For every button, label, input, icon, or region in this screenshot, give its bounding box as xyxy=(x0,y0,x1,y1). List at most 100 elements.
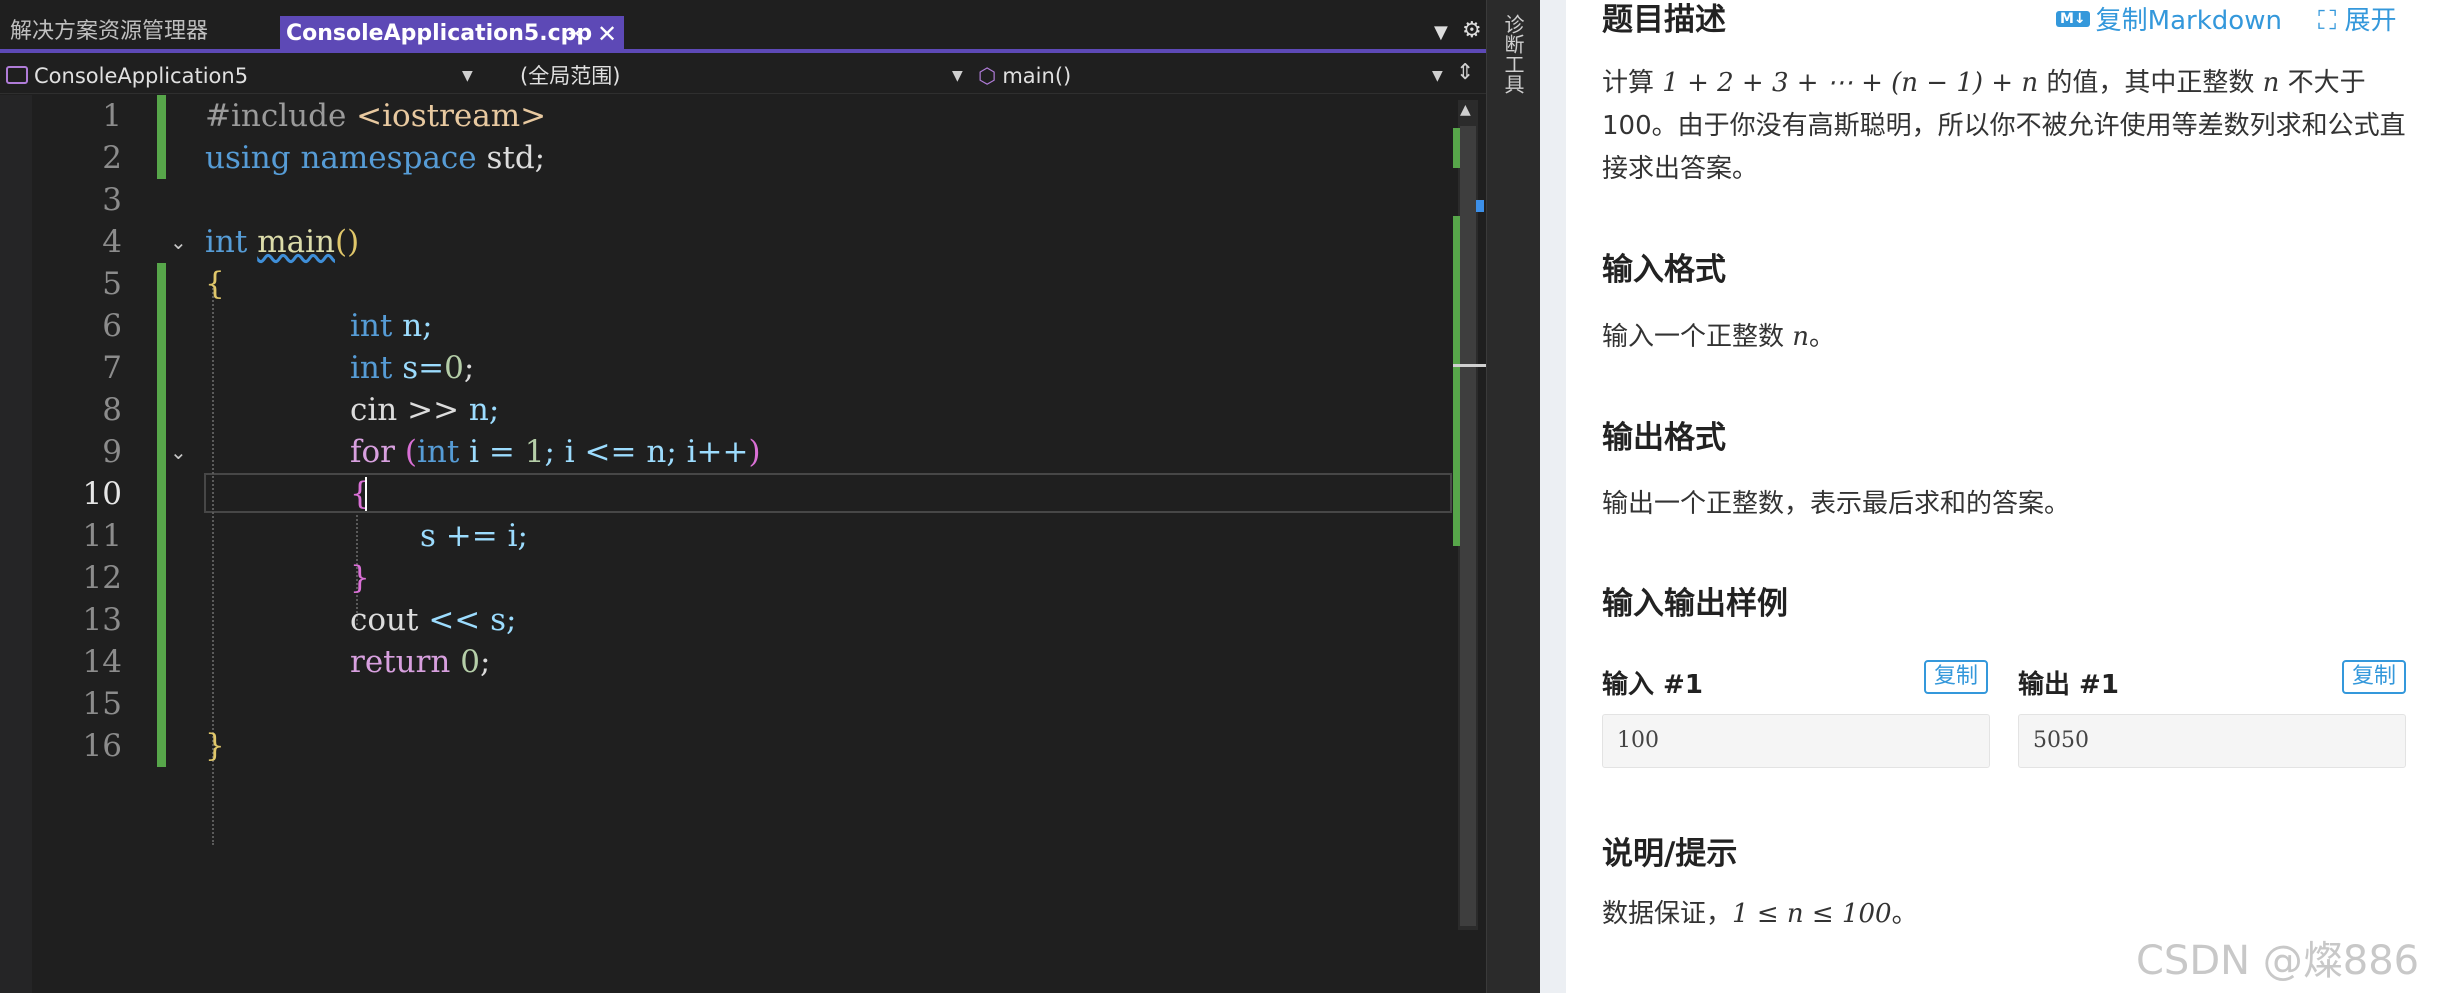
input-format-text: 输入一个正整数 n。 xyxy=(1602,316,2412,359)
tab-file-label: ConsoleApplication5.cpp xyxy=(286,21,593,46)
brace-token: } xyxy=(205,728,225,764)
identifier-token: s= xyxy=(402,350,445,386)
overview-change-marker xyxy=(1453,128,1460,168)
expand-icon: ⛶ xyxy=(2318,6,2345,36)
brace-token: } xyxy=(350,560,370,596)
copy-output-button[interactable]: 复制 xyxy=(2342,660,2407,694)
change-marker xyxy=(157,473,166,515)
output-format-heading: 输出格式 xyxy=(1602,420,1726,456)
code-line: 7 int s=0; xyxy=(0,347,1450,389)
code-line: 4 ⌄ int main() xyxy=(0,221,1450,263)
scope-dropdown[interactable]: (全局范围) ▼ xyxy=(520,61,970,91)
gear-icon[interactable]: ⚙ xyxy=(1462,18,1482,43)
code-line: 9 ⌄ for (int i = 1; i <= n; i++) xyxy=(0,431,1450,473)
identifier-token: i = xyxy=(469,434,515,470)
line-number: 13 xyxy=(82,602,122,638)
diagnostic-tools-side-tab[interactable]: 诊断工具 xyxy=(1486,0,1540,993)
change-marker xyxy=(157,683,166,725)
overview-caret-marker xyxy=(1476,200,1484,212)
hint-math: 1 ≤ n ≤ 100 xyxy=(1732,899,1892,929)
change-marker xyxy=(157,263,166,305)
preprocessor-token: #include xyxy=(205,98,347,134)
line-number: 15 xyxy=(82,686,122,722)
identifier-token: cout xyxy=(350,602,419,638)
sample-output-box[interactable]: 5050 xyxy=(2018,714,2406,768)
tab-list-dropdown-icon[interactable]: ▼ xyxy=(1434,22,1448,43)
page-title: 题目描述 xyxy=(1602,2,1726,38)
identifier-token: n; xyxy=(468,392,500,428)
line-number: 9 xyxy=(102,434,122,470)
close-icon[interactable]: ✕ xyxy=(597,16,617,52)
desc-math-n: n xyxy=(2262,68,2280,98)
number-token: 0 xyxy=(444,350,464,386)
code-line: 2 using namespace std; xyxy=(0,137,1450,179)
change-marker xyxy=(157,557,166,599)
desc-text: 计算 xyxy=(1602,68,1663,98)
line-number: 12 xyxy=(82,560,122,596)
code-editor[interactable]: 1 #include <iostream> 2 using namespace … xyxy=(0,95,1452,993)
line-number: 10 xyxy=(82,476,122,512)
change-marker xyxy=(157,431,166,473)
statement-token: s += i; xyxy=(420,518,528,554)
chevron-down-icon: ▼ xyxy=(1432,68,1443,84)
keyword-token: int xyxy=(205,224,248,260)
output-format-text: 输出一个正整数，表示最后求和的答案。 xyxy=(1602,489,2071,519)
code-editor-window: 解决方案资源管理器 ConsoleApplication5.cpp ⊸ ✕ ▼ … xyxy=(0,0,1540,993)
change-marker xyxy=(157,389,166,431)
code-line: 1 #include <iostream> xyxy=(0,95,1450,137)
fold-chevron-icon[interactable]: ⌄ xyxy=(170,221,187,263)
samples-heading: 输入输出样例 xyxy=(1602,586,1788,622)
code-line: 11 s += i; xyxy=(0,515,1450,557)
tab-solution-explorer[interactable]: 解决方案资源管理器 xyxy=(10,14,208,50)
change-marker xyxy=(157,137,166,179)
split-window-icon[interactable]: ⇕ xyxy=(1456,60,1474,85)
line-number: 16 xyxy=(82,728,122,764)
desc-math: 1 + 2 + 3 + ⋯ + (n − 1) + n xyxy=(1662,68,2039,98)
brace-token: { xyxy=(205,266,225,302)
fold-chevron-icon[interactable]: ⌄ xyxy=(170,431,187,473)
tab-file-active[interactable]: ConsoleApplication5.cpp ⊸ ✕ xyxy=(280,16,624,53)
project-dropdown[interactable]: ConsoleApplication5 ▼ xyxy=(6,61,480,91)
project-name: ConsoleApplication5 xyxy=(34,64,249,88)
keyword-token: using xyxy=(205,140,291,176)
input-format-heading: 输入格式 xyxy=(1602,252,1726,288)
code-line: 13 cout << s; xyxy=(0,599,1450,641)
change-marker xyxy=(157,305,166,347)
document-tab-bar: 解决方案资源管理器 ConsoleApplication5.cpp ⊸ ✕ ▼ … xyxy=(0,0,1520,53)
keyword-token: return xyxy=(350,644,451,680)
function-cube-icon: ⬡ xyxy=(978,64,997,88)
line-number: 4 xyxy=(102,224,122,260)
scroll-up-icon[interactable]: ▲ xyxy=(1460,102,1471,118)
code-line: 16 } xyxy=(0,725,1450,767)
expand-link[interactable]: ⛶ 展开 xyxy=(2318,0,2396,37)
line-number: 8 xyxy=(102,392,122,428)
problem-description: 计算 1 + 2 + 3 + ⋯ + (n − 1) + n 的值，其中正整数 … xyxy=(1602,62,2412,191)
pin-icon[interactable]: ⊸ xyxy=(568,16,583,52)
keyword-token: int xyxy=(350,350,393,386)
copy-markdown-link[interactable]: M↓ 复制Markdown xyxy=(2056,0,2282,37)
window-gap xyxy=(1540,0,1566,993)
copy-input-button[interactable]: 复制 xyxy=(1924,660,1989,694)
overview-change-marker xyxy=(1453,216,1460,546)
vertical-scrollbar[interactable]: ▲ xyxy=(1458,100,1478,930)
markdown-icon: M↓ xyxy=(2056,10,2090,27)
member-dropdown[interactable]: ⬡ main() ▼ xyxy=(978,61,1450,91)
overview-position-marker xyxy=(1453,364,1487,367)
code-line: 5 { xyxy=(0,263,1450,305)
line-number: 2 xyxy=(102,140,122,176)
sample-input-box[interactable]: 100 xyxy=(1602,714,1990,768)
chevron-down-icon: ▼ xyxy=(952,68,963,84)
chevron-down-icon: ▼ xyxy=(462,68,473,84)
hint-text-part: 数据保证， xyxy=(1602,899,1733,929)
input-math-n: n xyxy=(1792,322,1810,352)
keyword-token: for xyxy=(350,434,395,470)
number-token: 1 xyxy=(524,434,545,470)
navigation-bar: ConsoleApplication5 ▼ (全局范围) ▼ ⬡ main() ▼ xyxy=(0,57,1490,94)
project-icon xyxy=(6,66,28,84)
change-marker xyxy=(157,95,166,137)
paren-token: () xyxy=(334,224,360,260)
change-marker xyxy=(157,347,166,389)
number-token: 0 xyxy=(460,644,480,680)
scrollbar-thumb[interactable] xyxy=(1460,126,1476,926)
code-line: 14 return 0; xyxy=(0,641,1450,683)
